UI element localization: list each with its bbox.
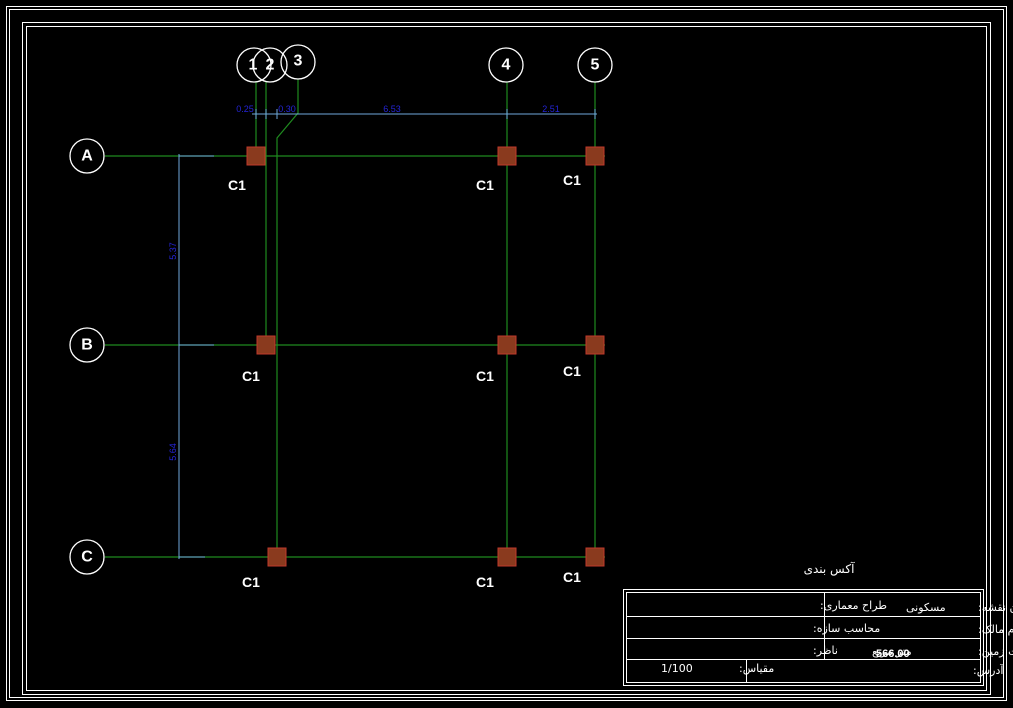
title-block: طراح معماری: محاسب سازه: ناظر: مقیاس: 1/… (623, 589, 1013, 686)
column-c4 (497, 547, 517, 567)
plan-title-label: عنوان نقشه: (978, 601, 1013, 614)
axis-label-3: 3 (294, 53, 303, 70)
dim-text-left-2: 5.64 (168, 443, 178, 461)
axis-label-4: 4 (502, 57, 511, 74)
column-b2 (256, 335, 276, 355)
axis-label-b: B (81, 337, 93, 354)
column-label: C1 (242, 368, 260, 384)
drawing-title: آکس بندی (804, 561, 855, 577)
cad-drawing-canvas: 0.25 0.30 6.53 2.51 5.37 5.64 C1 C1 C1 C… (6, 6, 1013, 701)
column-label: C1 (476, 368, 494, 384)
dim-text-top-2: 0.30 (278, 104, 296, 114)
vertical-axis-lines (255, 79, 596, 565)
column-b4 (497, 335, 517, 355)
columns (246, 146, 605, 567)
column-c5 (585, 547, 605, 567)
left-dimension-chain: 5.37 5.64 (168, 154, 214, 559)
structural-engineer-label: محاسب سازه: (813, 622, 880, 635)
column-a5 (585, 146, 605, 166)
column-label: C1 (242, 574, 260, 590)
land-area-unit: متر مربع (872, 645, 912, 658)
axis-label-1: 1 (249, 57, 258, 74)
column-label: C1 (228, 177, 246, 193)
address-label: آدرس: (973, 663, 1004, 677)
plan-title-value: مسکونی (906, 601, 946, 614)
column-c3 (267, 547, 287, 567)
architect-label: طراح معماری: (820, 599, 887, 612)
column-label: C1 (476, 574, 494, 590)
column-label: C1 (563, 172, 581, 188)
supervisor-label: ناظر: (813, 644, 838, 657)
column-label: C1 (563, 569, 581, 585)
scale-label: مقیاس: (739, 662, 774, 675)
horizontal-axis-bubbles: A B C (69, 138, 105, 575)
axis-label-c: C (81, 549, 93, 566)
dim-text-left-1: 5.37 (168, 242, 178, 260)
dim-text-top-4: 2.51 (542, 104, 560, 114)
axis-label-5: 5 (591, 57, 600, 74)
column-a1 (246, 146, 266, 166)
axis-line-3 (276, 79, 299, 557)
dim-text-top-1: 0.25 (236, 104, 254, 114)
column-a4 (497, 146, 517, 166)
column-label: C1 (476, 177, 494, 193)
vertical-axis-bubbles: 1 2 3 4 5 (236, 44, 613, 83)
axis-label-a: A (81, 148, 93, 165)
owner-label: نام مالک: (978, 623, 1013, 636)
column-label: C1 (563, 363, 581, 379)
land-area-label: مساحت زمین: (978, 645, 1013, 658)
axis-label-2: 2 (266, 57, 275, 74)
column-b5 (585, 335, 605, 355)
horizontal-axis-lines (105, 155, 605, 558)
scale-value: 1/100 (661, 662, 693, 675)
column-labels: C1 C1 C1 C1 C1 C1 C1 C1 C1 (228, 172, 581, 590)
dim-text-top-3: 6.53 (383, 104, 401, 114)
top-dimension-chain: 0.25 0.30 6.53 2.51 (236, 104, 597, 119)
